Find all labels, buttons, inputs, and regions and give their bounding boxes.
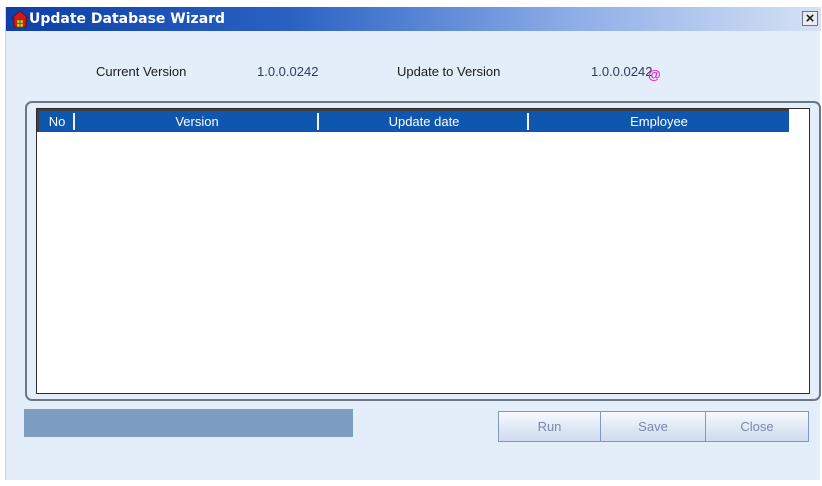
update-history-grid[interactable]: No Version Update date Employee xyxy=(36,108,810,394)
current-version-label: Current Version xyxy=(96,64,187,79)
column-header-version[interactable]: Version xyxy=(75,111,319,132)
grid-header: No Version Update date Employee xyxy=(37,109,789,132)
column-header-label: Version xyxy=(175,114,219,129)
house-app-icon xyxy=(10,10,30,28)
close-icon: × xyxy=(805,10,815,27)
close-button[interactable]: Close xyxy=(705,411,809,442)
column-header-label: No xyxy=(48,114,66,129)
column-header-no[interactable]: No xyxy=(39,111,75,132)
progress-bar xyxy=(24,409,353,437)
save-button[interactable]: Save xyxy=(600,411,706,442)
column-header-label: Update date xyxy=(388,114,460,129)
current-version-value: 1.0.0.0242 xyxy=(257,64,319,79)
update-database-wizard-window: Update Database Wizard × Current Version… xyxy=(5,7,821,480)
column-header-employee[interactable]: Employee xyxy=(529,111,789,132)
update-to-version-label: Update to Version xyxy=(397,64,501,79)
column-header-update-date[interactable]: Update date xyxy=(319,111,529,132)
title-bar[interactable]: Update Database Wizard × xyxy=(6,7,821,31)
update-to-version-value: 1.0.0.0242 xyxy=(591,64,653,79)
run-button[interactable]: Run xyxy=(498,411,601,442)
close-window-button[interactable]: × xyxy=(802,11,818,26)
column-header-label: Employee xyxy=(630,114,688,129)
at-sign-icon: @ xyxy=(648,67,661,82)
window-title: Update Database Wizard xyxy=(29,11,226,27)
